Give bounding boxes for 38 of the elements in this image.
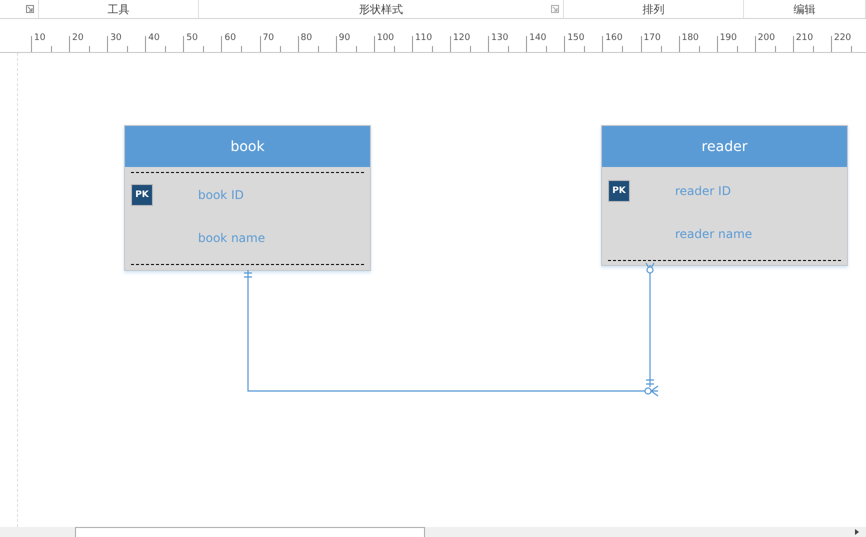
field-name: reader name [675, 226, 752, 240]
ruler-label: 50 [186, 33, 198, 43]
scrollbar-thumb[interactable] [75, 527, 425, 537]
primary-key-badge: PK [131, 184, 153, 206]
ribbon-group-label: 工具 [108, 2, 130, 16]
entity-title: reader [602, 126, 847, 167]
ruler-label: 190 [720, 33, 737, 43]
ruler-label: 180 [682, 33, 699, 43]
ruler-label: 160 [605, 33, 623, 43]
ruler-label: 150 [567, 33, 584, 43]
horizontal-scrollbar[interactable] [0, 527, 866, 537]
ruler-label: 100 [376, 33, 394, 43]
ruler-label: 220 [834, 33, 852, 43]
ruler-label: 90 [338, 33, 350, 43]
ruler-label: 80 [300, 33, 312, 43]
ruler-label: 110 [414, 33, 432, 43]
primary-key-badge: PK [608, 180, 630, 202]
ruler-label: 140 [529, 33, 546, 43]
field-name: book name [198, 230, 266, 244]
entity-title: book [125, 126, 370, 167]
ruler-label: 200 [758, 33, 775, 43]
launcher-icon[interactable] [550, 5, 559, 13]
field-name: reader ID [675, 184, 731, 198]
ruler-label: 120 [453, 33, 470, 43]
ruler-label: 60 [224, 33, 236, 43]
ruler-label: 40 [148, 33, 160, 43]
field-name: book ID [198, 188, 244, 202]
ribbon-group-label: 编辑 [793, 2, 816, 16]
ruler-label: 70 [262, 33, 274, 43]
ruler-label: 210 [796, 33, 814, 43]
ruler-label: 170 [644, 33, 661, 43]
ruler-label: 130 [491, 33, 508, 43]
launcher-icon[interactable] [26, 5, 34, 13]
ribbon-group-label: 形状样式 [358, 2, 403, 16]
ruler-label: 20 [72, 33, 84, 43]
ruler-label: 30 [110, 33, 122, 43]
ruler-label: 10 [34, 33, 46, 43]
ribbon-group-label: 排列 [642, 2, 664, 16]
